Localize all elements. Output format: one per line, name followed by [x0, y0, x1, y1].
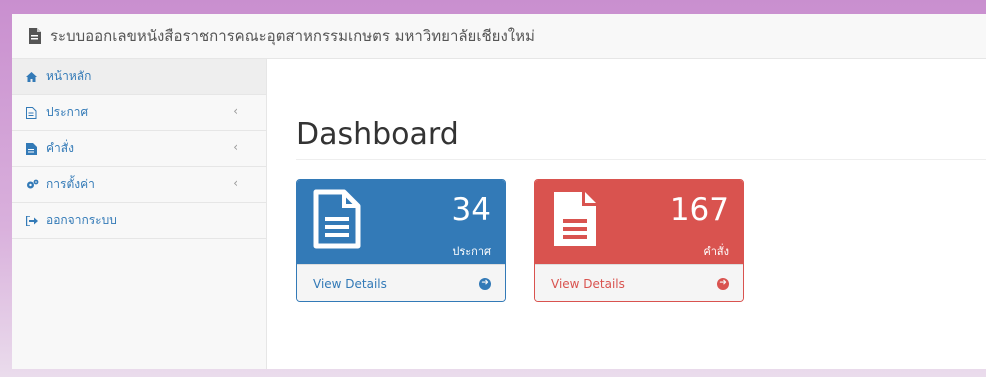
sidebar-item-label: หน้าหลัก	[46, 69, 92, 83]
file-icon	[26, 142, 42, 155]
file-icon	[551, 189, 599, 253]
chevron-left-icon: ‹	[233, 140, 238, 154]
sidebar-item-label: ออกจากระบบ	[46, 213, 117, 227]
chevron-left-icon: ‹	[233, 104, 238, 118]
divider	[296, 159, 986, 160]
sidebar-item-home[interactable]: หน้าหลัก	[12, 59, 266, 95]
home-icon	[26, 71, 42, 82]
order-count: 167	[669, 192, 729, 228]
top-navbar: ระบบออกเลขหนังสือราชการคณะอุตสาหกรรมเกษต…	[12, 14, 986, 59]
file-icon	[28, 28, 42, 44]
file-text-icon	[26, 106, 42, 119]
arrow-circle-right-icon: ➜	[479, 277, 491, 290]
sign-out-icon	[26, 215, 42, 226]
sidebar-item-label: คำสั่ง	[46, 141, 74, 155]
sidebar-item-settings[interactable]: การตั้งค่า ‹	[12, 167, 266, 203]
arrow-circle-right-icon: ➜	[717, 277, 729, 290]
order-panel: 167 คำสั่ง View Details ➜	[534, 179, 744, 302]
app-title: ระบบออกเลขหนังสือราชการคณะอุตสาหกรรมเกษต…	[50, 27, 535, 45]
view-details-link[interactable]: View Details ➜	[535, 264, 743, 301]
chevron-left-icon: ‹	[233, 176, 238, 190]
gears-icon	[26, 179, 42, 190]
view-details-label: View Details	[313, 276, 387, 291]
sidebar-item-order[interactable]: คำสั่ง ‹	[12, 131, 266, 167]
sidebar-item-logout[interactable]: ออกจากระบบ	[12, 203, 266, 239]
app-window: ระบบออกเลขหนังสือราชการคณะอุตสาหกรรมเกษต…	[12, 14, 986, 369]
page-title: Dashboard	[296, 117, 459, 152]
view-details-link[interactable]: View Details ➜	[297, 264, 505, 301]
file-text-icon	[313, 189, 361, 253]
sidebar-item-announcement[interactable]: ประกาศ ‹	[12, 95, 266, 131]
announcement-count: 34	[451, 192, 491, 228]
app-brand[interactable]: ระบบออกเลขหนังสือราชการคณะอุตสาหกรรมเกษต…	[28, 24, 535, 48]
order-label: คำสั่ง	[703, 245, 729, 258]
announcement-panel: 34 ประกาศ View Details ➜	[296, 179, 506, 302]
main-content: Dashboard 34 ประกาศ View Details ➜ 167 ค…	[267, 59, 986, 369]
sidebar-item-label: การตั้งค่า	[46, 177, 95, 191]
panel-heading: 34 ประกาศ	[297, 180, 505, 264]
panel-heading: 167 คำสั่ง	[535, 180, 743, 264]
announcement-label: ประกาศ	[452, 245, 491, 258]
sidebar: หน้าหลัก ประกาศ ‹ คำสั่ง ‹ การตั้งค่า ‹	[12, 59, 267, 369]
view-details-label: View Details	[551, 276, 625, 291]
sidebar-item-label: ประกาศ	[46, 105, 89, 119]
